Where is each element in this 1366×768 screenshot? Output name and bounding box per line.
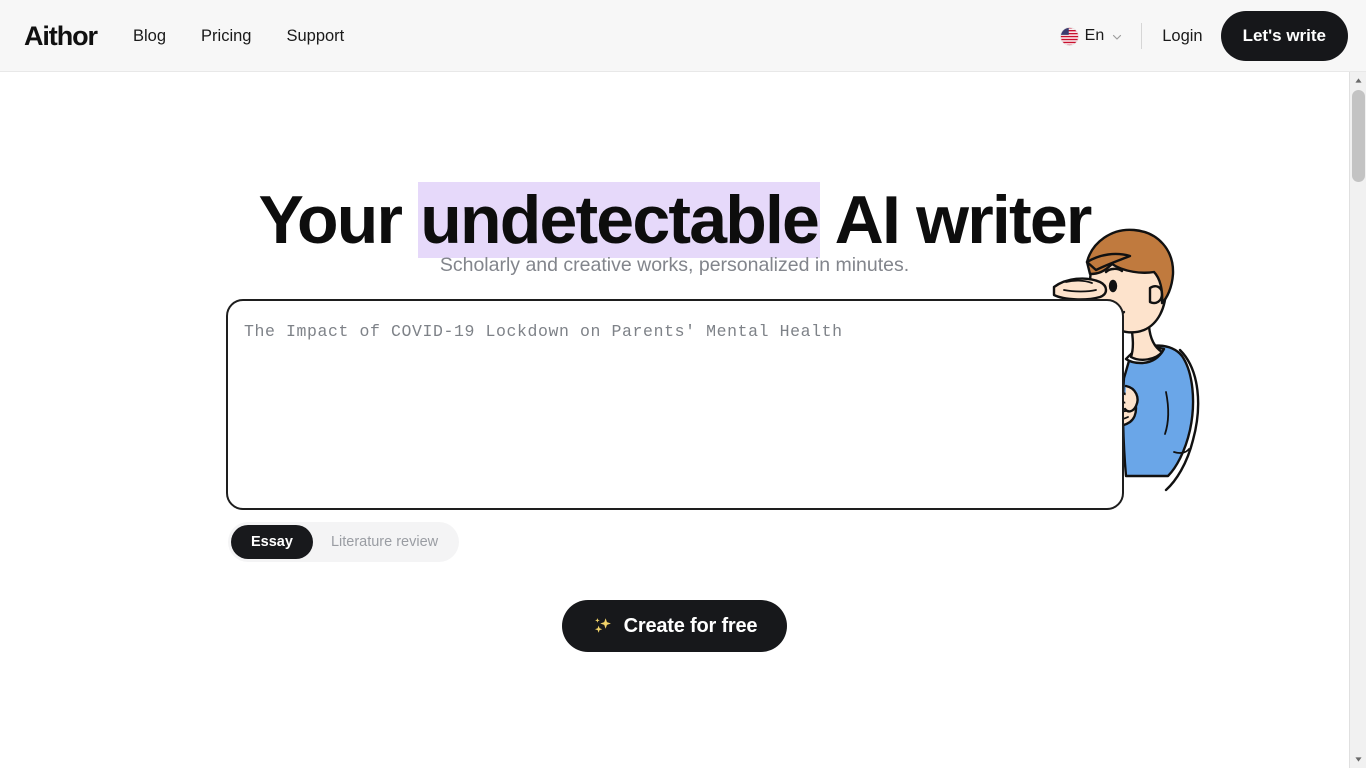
page-scrollbar[interactable] <box>1349 72 1366 768</box>
doc-type-tabs: Essay Literature review <box>228 522 460 562</box>
create-for-free-button[interactable]: Create for free <box>562 600 787 652</box>
tab-essay[interactable]: Essay <box>231 525 313 559</box>
primary-nav: Blog Pricing Support <box>133 24 344 48</box>
tab-literature-review[interactable]: Literature review <box>313 525 456 559</box>
prompt-textarea[interactable]: The Impact of COVID-19 Lockdown on Paren… <box>226 299 1124 510</box>
scroll-down-arrow-icon[interactable] <box>1350 751 1366 768</box>
hero-section: Your undetectable AI writer Scholarly an… <box>0 72 1349 768</box>
scrollbar-thumb[interactable] <box>1352 90 1365 182</box>
sparkles-icon <box>592 615 614 637</box>
headline-after: AI writer <box>820 181 1093 258</box>
page-root: Aithor Blog Pricing Support En Login Let… <box>0 0 1366 768</box>
lets-write-button[interactable]: Let's write <box>1220 11 1348 61</box>
chevron-down-icon <box>1111 30 1123 42</box>
headline-highlight: undetectable <box>418 181 821 258</box>
headline-before: Your <box>258 181 419 258</box>
brand-logo[interactable]: Aithor <box>24 19 98 53</box>
nav-link-pricing[interactable]: Pricing <box>201 24 251 48</box>
scroll-up-arrow-icon[interactable] <box>1350 72 1366 89</box>
header-actions: En Login Let's write <box>1059 0 1366 72</box>
login-link[interactable]: Login <box>1162 24 1202 48</box>
page-subtitle: Scholarly and creative works, personaliz… <box>439 253 910 276</box>
site-header: Aithor Blog Pricing Support En Login Let… <box>0 0 1366 72</box>
prompt-input-value: The Impact of COVID-19 Lockdown on Paren… <box>244 322 843 341</box>
language-label: En <box>1084 27 1105 44</box>
us-flag-icon <box>1059 26 1079 46</box>
nav-link-blog[interactable]: Blog <box>133 24 166 48</box>
prompt-area: The Impact of COVID-19 Lockdown on Paren… <box>226 299 1124 510</box>
create-button-label: Create for free <box>623 614 758 637</box>
language-switcher[interactable]: En <box>1059 26 1124 46</box>
header-divider <box>1141 23 1143 49</box>
nav-link-support[interactable]: Support <box>286 24 344 48</box>
